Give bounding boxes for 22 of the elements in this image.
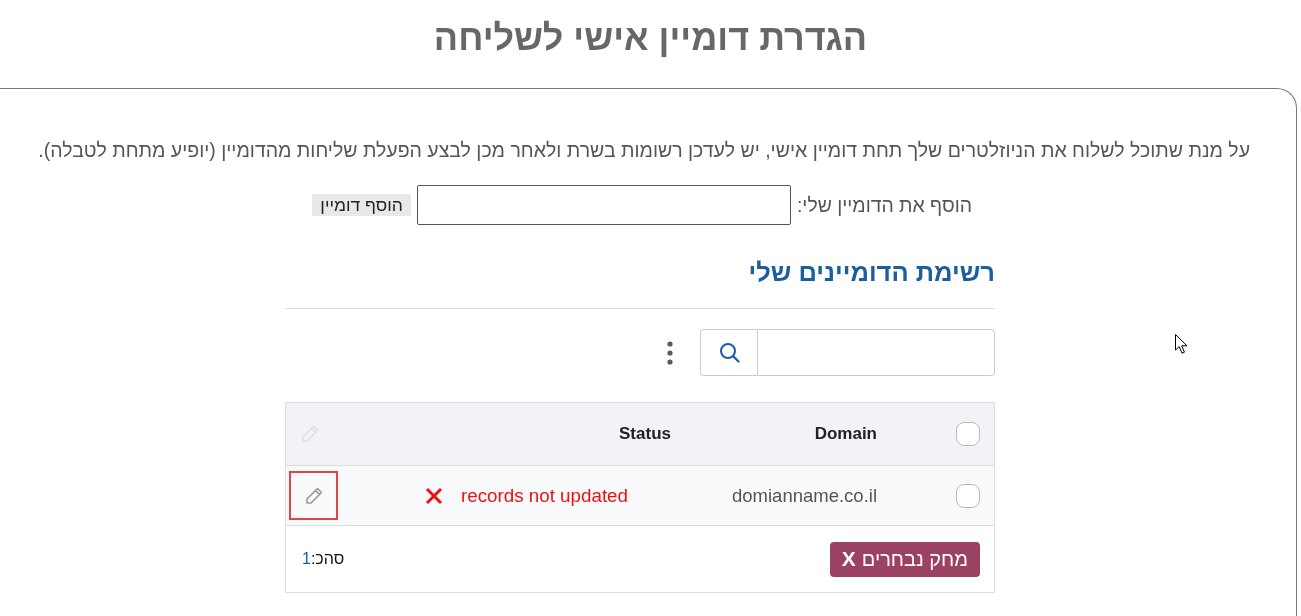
mouse-pointer-icon — [1175, 334, 1188, 354]
search-button[interactable] — [700, 329, 757, 376]
domain-input-field[interactable] — [416, 185, 791, 225]
page-title: הגדרת דומיין אישי לשליחה — [433, 17, 868, 59]
status-text: records not updated — [460, 484, 628, 507]
total-label: סהכ: — [310, 550, 345, 568]
more-options-icon[interactable] — [667, 340, 673, 365]
search-field[interactable] — [757, 329, 995, 376]
column-header: Domain — [814, 424, 877, 444]
search-icon — [718, 342, 740, 363]
column-header: Status — [619, 424, 671, 444]
checkbox[interactable] — [956, 483, 980, 508]
checkbox[interactable] — [956, 422, 980, 446]
edit-button[interactable] — [289, 471, 338, 520]
intro-text: על מנת שתוכל לשלוח את הניוזלטרים שלך תחת דומיין אישי, יש לעדכן רשומות בשרת ולאחר מכן לבצע הפעלת שליחות מהדומיין (יופיע מתחת לטבלה). — [37, 138, 1250, 162]
section-heading: רשימת הדומיינים שלי — [285, 256, 995, 309]
pencil-icon — [303, 485, 324, 506]
add-domain-label: הוסף את הדומיין שלי: — [796, 193, 972, 217]
cross-icon — [424, 486, 443, 505]
domain-name: domianname.co.il — [732, 484, 877, 507]
add-domain-button[interactable]: הוסף דומיין — [312, 194, 411, 216]
total-count: 1 — [302, 550, 311, 568]
